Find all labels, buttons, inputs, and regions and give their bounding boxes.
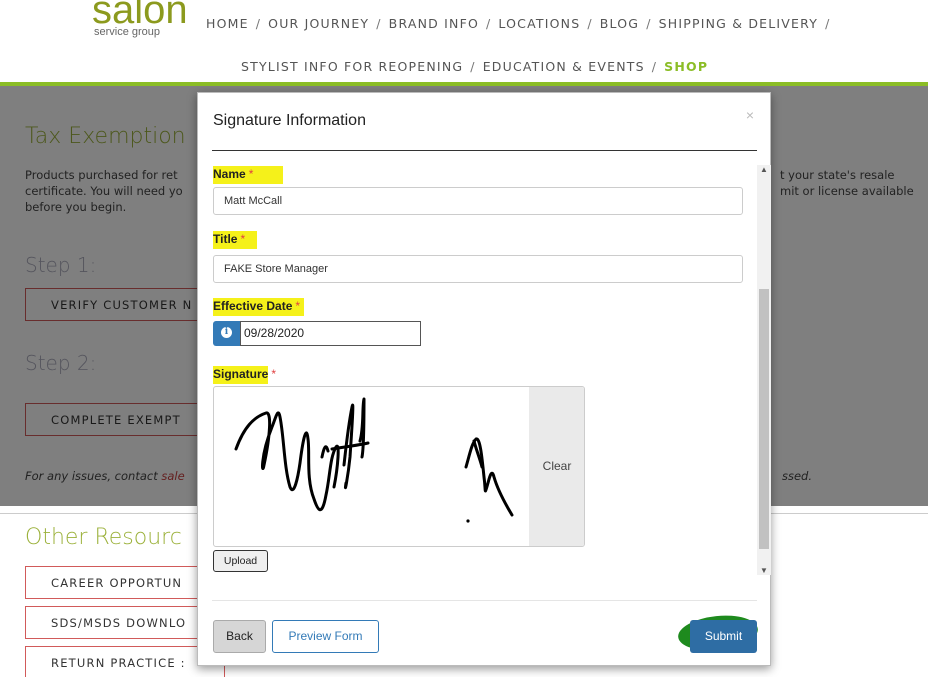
signature-pad: Clear — [213, 386, 585, 547]
signature-canvas[interactable] — [214, 387, 529, 546]
modal-footer-divider — [212, 600, 757, 601]
preview-form-button[interactable]: Preview Form — [272, 620, 379, 653]
nav-blog[interactable]: BLOG — [600, 16, 639, 31]
nav-stylist-info[interactable]: STYLIST INFO FOR REOPENING — [241, 59, 463, 74]
career-opportunities-button[interactable]: CAREER OPPORTUN — [25, 566, 205, 599]
effective-date-label: Effective Date * — [213, 298, 305, 316]
signature-modal: Signature Information × Name * Matt McCal… — [197, 92, 771, 666]
nav-brand-info[interactable]: BRAND INFO — [389, 16, 479, 31]
modal-title: Signature Information — [213, 112, 366, 129]
nav-education-events[interactable]: EDUCATION & EVENTS — [483, 59, 645, 74]
sds-msds-download-button[interactable]: SDS/MSDS DOWNLO — [25, 606, 205, 639]
handwritten-signature — [234, 397, 514, 517]
main-nav-row-2: STYLIST INFO FOR REOPENING / EDUCATION & E… — [241, 59, 709, 74]
clear-signature-button[interactable]: Clear — [529, 387, 584, 546]
title-label: Title * — [213, 231, 258, 249]
scroll-down-arrow-icon[interactable]: ▼ — [760, 566, 768, 575]
scroll-up-arrow-icon[interactable]: ▲ — [760, 165, 768, 174]
back-button[interactable]: Back — [213, 620, 266, 653]
name-label: Name * — [213, 166, 284, 184]
modal-scroll-area[interactable]: Name * Matt McCall Title * FAKE Store Mana… — [198, 161, 772, 577]
date-info-button[interactable]: i — [213, 321, 240, 346]
modal-scrollbar[interactable]: ▲ ▼ — [757, 165, 771, 575]
close-icon[interactable]: × — [746, 107, 754, 123]
logo[interactable]: salon service group — [92, 0, 192, 40]
logo-subtitle: service group — [94, 26, 161, 38]
main-nav-row-1: HOME / OUR JOURNEY / BRAND INFO / LOCATIONS / BL… — [206, 16, 831, 31]
effective-date-input[interactable]: 09/28/2020 — [240, 321, 421, 346]
info-icon: i — [221, 327, 232, 338]
submit-button[interactable]: Submit — [690, 620, 757, 653]
upload-signature-button[interactable]: Upload — [213, 550, 268, 572]
nav-shipping-delivery[interactable]: SHIPPING & DELIVERY — [659, 16, 818, 31]
signature-label: Signature * — [213, 366, 276, 384]
scrollbar-thumb[interactable] — [759, 289, 769, 549]
return-practice-button[interactable]: RETURN PRACTICE : — [25, 646, 225, 677]
modal-header-divider — [212, 150, 757, 151]
title-input[interactable]: FAKE Store Manager — [213, 255, 743, 283]
other-resources-heading: Other Resourc — [25, 525, 182, 550]
nav-shop[interactable]: SHOP — [664, 59, 708, 74]
nav-our-journey[interactable]: OUR JOURNEY — [268, 16, 369, 31]
nav-locations[interactable]: LOCATIONS — [498, 16, 580, 31]
name-input[interactable]: Matt McCall — [213, 187, 743, 215]
nav-home[interactable]: HOME — [206, 16, 249, 31]
